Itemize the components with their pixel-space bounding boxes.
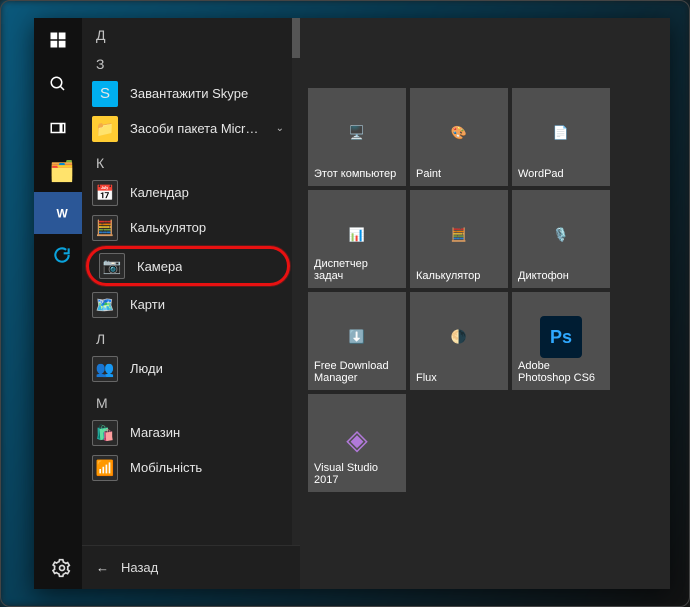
app-calendar[interactable]: 📅 Календар	[82, 175, 294, 210]
people-icon: 👥	[92, 356, 118, 382]
chevron-down-icon: ⌄	[276, 123, 284, 134]
download-icon: ⬇️	[336, 316, 378, 358]
tile-label: Калькулятор	[416, 270, 502, 283]
apps-column: Д З S Завантажити Skype 📁 Засоби пакета …	[82, 18, 300, 589]
app-label: Календар	[130, 185, 189, 200]
tiles-panel: 🖥️ Этот компьютер 🎨 Paint 📄 WordPad 📊 Ди…	[300, 18, 670, 589]
tile-photoshop[interactable]: Ps Adobe Photoshop CS6	[512, 292, 610, 390]
calculator-icon: 🧮	[438, 214, 480, 256]
scrollbar-thumb[interactable]	[292, 18, 300, 58]
wordpad-icon: 📄	[540, 112, 582, 154]
store-icon: 🛍️	[92, 420, 118, 446]
refresh-icon	[52, 245, 72, 265]
tile-label: Flux	[416, 372, 502, 385]
tile-label: Диктофон	[518, 270, 604, 283]
search-icon	[49, 75, 67, 93]
mobility-icon: 📶	[92, 455, 118, 481]
calculator-icon: 🧮	[92, 215, 118, 241]
skype-icon: S	[92, 81, 118, 107]
app-office-tools[interactable]: 📁 Засоби пакета Microsoft... ⌄	[82, 111, 294, 146]
tile-label: WordPad	[518, 168, 604, 181]
apps-list: Д З S Завантажити Skype 📁 Засоби пакета …	[82, 18, 300, 545]
tile-calculator[interactable]: 🧮 Калькулятор	[410, 190, 508, 288]
tile-label: Диспетчер задач	[314, 258, 400, 283]
start-button[interactable]	[34, 18, 82, 62]
group-letter[interactable]: М	[82, 386, 294, 415]
tile-voice[interactable]: 🎙️ Диктофон	[512, 190, 610, 288]
group-letter[interactable]: Д	[82, 18, 294, 47]
app-label: Калькулятор	[130, 220, 206, 235]
app-label: Камера	[137, 259, 182, 274]
photoshop-icon: Ps	[540, 316, 582, 358]
word-icon: W	[51, 202, 73, 224]
app-mobility[interactable]: 📶 Мобільність	[82, 450, 294, 485]
app-camera[interactable]: 📷 Камера	[86, 246, 290, 286]
app-people[interactable]: 👥 Люди	[82, 351, 294, 386]
arrow-left-icon: ←	[96, 560, 109, 575]
start-menu: 🗂️ W Д З S Завантажити Skype 📁 Засоби па…	[34, 18, 670, 589]
folder-icon: 🗂️	[50, 159, 75, 184]
system-rail: 🗂️ W	[34, 18, 82, 589]
app-label: Люди	[130, 361, 163, 376]
tile-wordpad[interactable]: 📄 WordPad	[512, 88, 610, 186]
app-label: Магазин	[130, 425, 180, 440]
calendar-icon: 📅	[92, 180, 118, 206]
app-calculator[interactable]: 🧮 Калькулятор	[82, 210, 294, 245]
group-letter[interactable]: Л	[82, 322, 294, 351]
app-label: Засоби пакета Microsoft...	[130, 121, 264, 136]
app-skype[interactable]: S Завантажити Skype	[82, 76, 294, 111]
svg-text:W: W	[57, 207, 69, 221]
app-label: Завантажити Skype	[130, 86, 248, 101]
windows-icon	[49, 31, 67, 49]
visualstudio-icon: ◈	[336, 418, 378, 460]
maps-icon: 🗺️	[92, 292, 118, 318]
gear-icon	[52, 558, 72, 578]
app-label: Мобільність	[130, 460, 202, 475]
tile-paint[interactable]: 🎨 Paint	[410, 88, 508, 186]
flux-icon: 🌗	[438, 316, 480, 358]
pc-icon: 🖥️	[336, 112, 378, 154]
tile-label: Free Download Manager	[314, 360, 400, 385]
apps-scrollbar[interactable]: ▲	[292, 18, 300, 545]
app-label: Карти	[130, 297, 165, 312]
paint-icon: 🎨	[438, 112, 480, 154]
tile-label: Adobe Photoshop CS6	[518, 360, 604, 385]
tile-label: Visual Studio 2017	[314, 462, 400, 487]
app-store[interactable]: 🛍️ Магазин	[82, 415, 294, 450]
tile-label: Этот компьютер	[314, 168, 400, 181]
back-button[interactable]: ← Назад	[82, 545, 300, 589]
back-label: Назад	[121, 560, 158, 575]
taskview-button[interactable]	[34, 106, 82, 150]
app-maps[interactable]: 🗺️ Карти	[82, 287, 294, 322]
tile-this-pc[interactable]: 🖥️ Этот компьютер	[308, 88, 406, 186]
camera-icon: 📷	[99, 253, 125, 279]
taskview-icon	[49, 119, 67, 137]
group-letter[interactable]: К	[82, 146, 294, 175]
taskmgr-icon: 📊	[336, 214, 378, 256]
group-letter[interactable]: З	[82, 47, 294, 76]
tile-flux[interactable]: 🌗 Flux	[410, 292, 508, 390]
microphone-icon: 🎙️	[540, 214, 582, 256]
tile-label: Paint	[416, 168, 502, 181]
tile-taskmanager[interactable]: 📊 Диспетчер задач	[308, 190, 406, 288]
tile-fdm[interactable]: ⬇️ Free Download Manager	[308, 292, 406, 390]
tile-visualstudio[interactable]: ◈ Visual Studio 2017	[308, 394, 406, 492]
search-button[interactable]	[34, 62, 82, 106]
folder-icon: 📁	[92, 116, 118, 142]
